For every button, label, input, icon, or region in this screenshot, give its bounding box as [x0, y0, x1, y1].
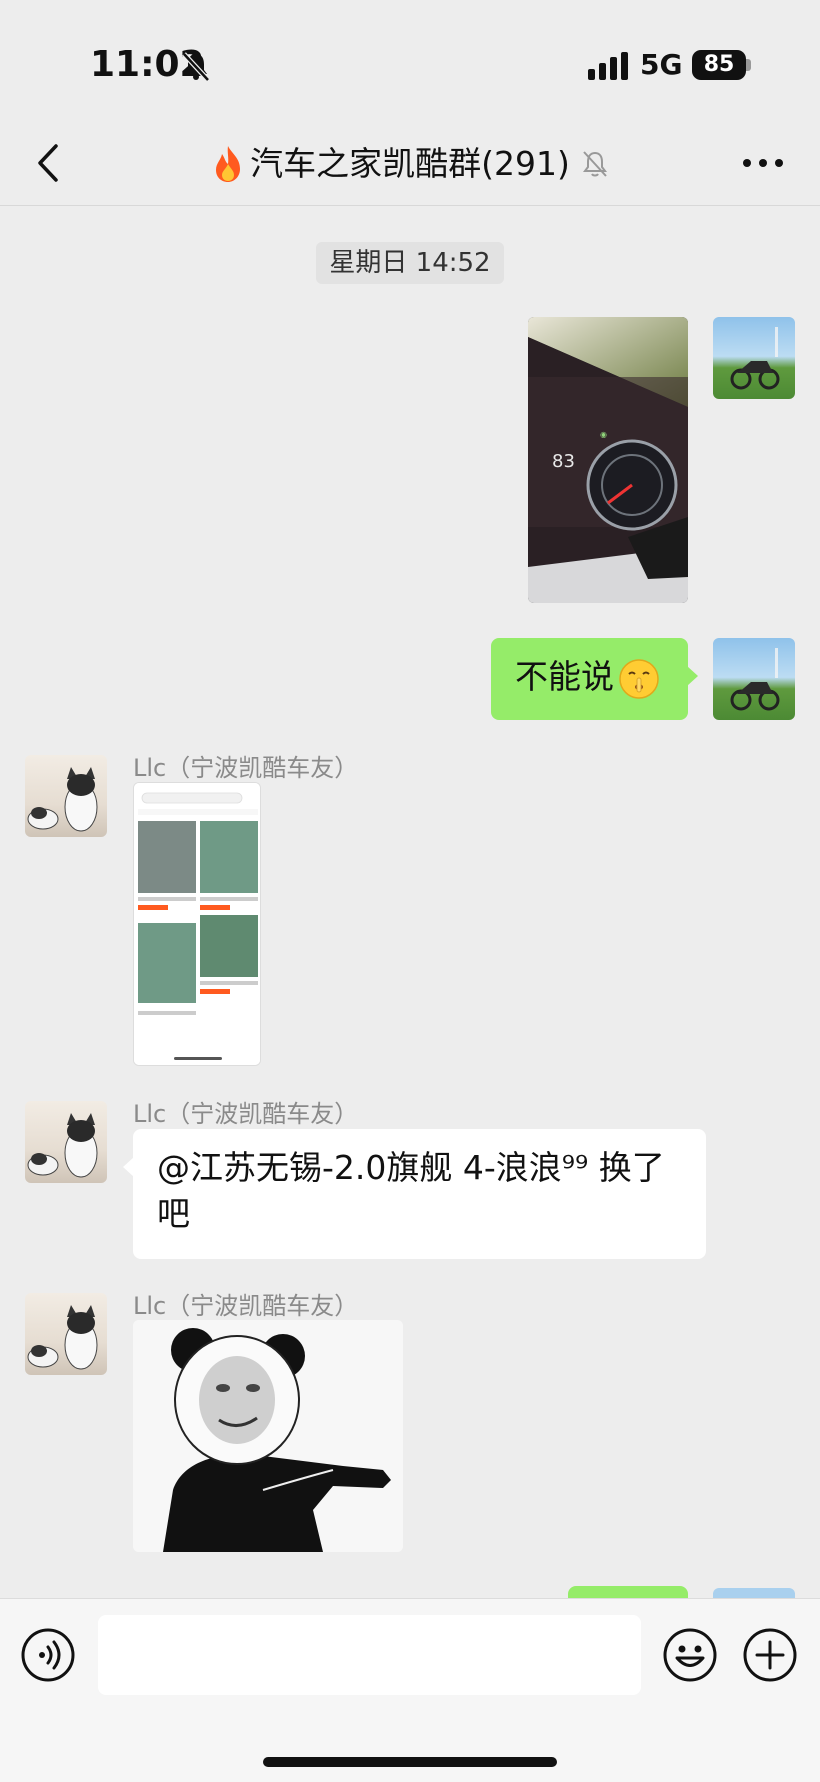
message-text-line: @江苏无锡-2.0旗舰 4-浪浪⁹⁹ 换了: [157, 1148, 665, 1187]
message-input[interactable]: [98, 1615, 641, 1695]
home-indicator[interactable]: [263, 1757, 557, 1767]
chat-title: 汽车之家凯酷群(291): [250, 143, 570, 183]
hush-emoji-icon: [619, 658, 659, 699]
motorcycle-icon: [730, 327, 780, 390]
shopping-app-screenshot[interactable]: [133, 782, 261, 1066]
input-bar: [0, 1598, 820, 1782]
partial-self-avatar: [713, 1588, 795, 1598]
battery-tip: [746, 59, 751, 71]
other-text-bubble[interactable]: @江苏无锡-2.0旗舰 4-浪浪⁹⁹ 换了 吧: [123, 1129, 706, 1259]
self-text-bubble[interactable]: 不能说: [491, 638, 698, 720]
signal-icon: [588, 52, 628, 80]
sender-name: Llc（宁波凯酷车友）: [133, 1292, 359, 1320]
emoji-icon[interactable]: [662, 1627, 718, 1683]
cat-icon: [27, 1113, 98, 1178]
self-avatar[interactable]: [713, 638, 795, 720]
cat-icon: [27, 1305, 98, 1370]
flame-icon: [216, 145, 241, 182]
battery-level: 85: [692, 50, 746, 80]
car-dashboard-photo[interactable]: 83 ◉: [528, 317, 688, 603]
self-avatar[interactable]: [713, 317, 795, 399]
chat-title-area[interactable]: 汽车之家凯酷群(291): [0, 136, 820, 190]
sender-name: Llc（宁波凯酷车友）: [133, 754, 359, 782]
chat-timestamp: 星期日 14:52: [316, 242, 504, 284]
panda-meme-sticker[interactable]: [133, 1320, 403, 1552]
sender-avatar[interactable]: [25, 1101, 107, 1183]
message-text: 不能说: [515, 657, 614, 696]
voice-icon[interactable]: [20, 1627, 76, 1683]
svg-text:◉: ◉: [600, 430, 607, 439]
plus-icon[interactable]: [742, 1627, 798, 1683]
network-type: 5G: [640, 48, 683, 81]
status-bar: 11:02 5G 85: [0, 0, 820, 120]
motorcycle-icon: [730, 648, 780, 711]
svg-text:83: 83: [552, 451, 575, 472]
more-icon[interactable]: [740, 148, 786, 178]
chat-header: 汽车之家凯酷群(291): [0, 120, 820, 206]
sender-avatar[interactable]: [25, 755, 107, 837]
mute-bell-icon: [582, 150, 607, 177]
sender-name: Llc（宁波凯酷车友）: [133, 1100, 359, 1128]
cat-icon: [27, 767, 98, 832]
bell-off-icon: [182, 52, 210, 82]
sender-avatar[interactable]: [25, 1293, 107, 1375]
partial-self-bubble: [568, 1586, 688, 1598]
message-text-line: 吧: [157, 1194, 190, 1233]
